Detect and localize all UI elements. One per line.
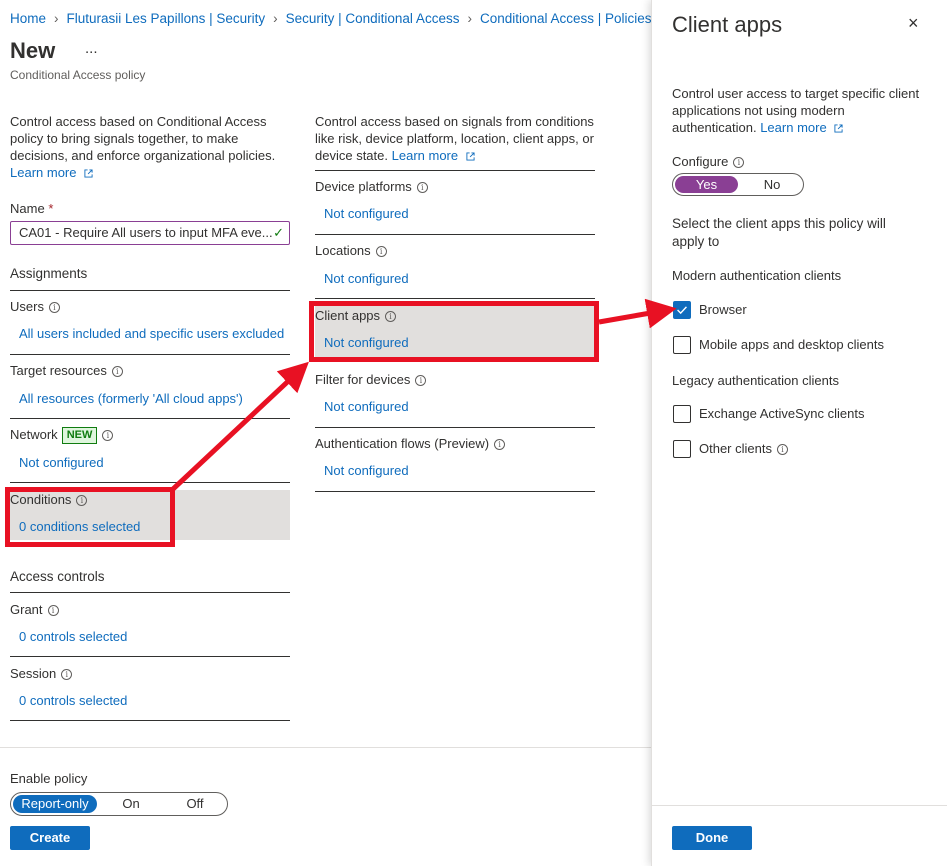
arrow-client-apps-to-panel — [598, 298, 677, 329]
arrow-conditions-to-client-apps — [170, 361, 309, 492]
annotation-arrows — [170, 298, 677, 492]
